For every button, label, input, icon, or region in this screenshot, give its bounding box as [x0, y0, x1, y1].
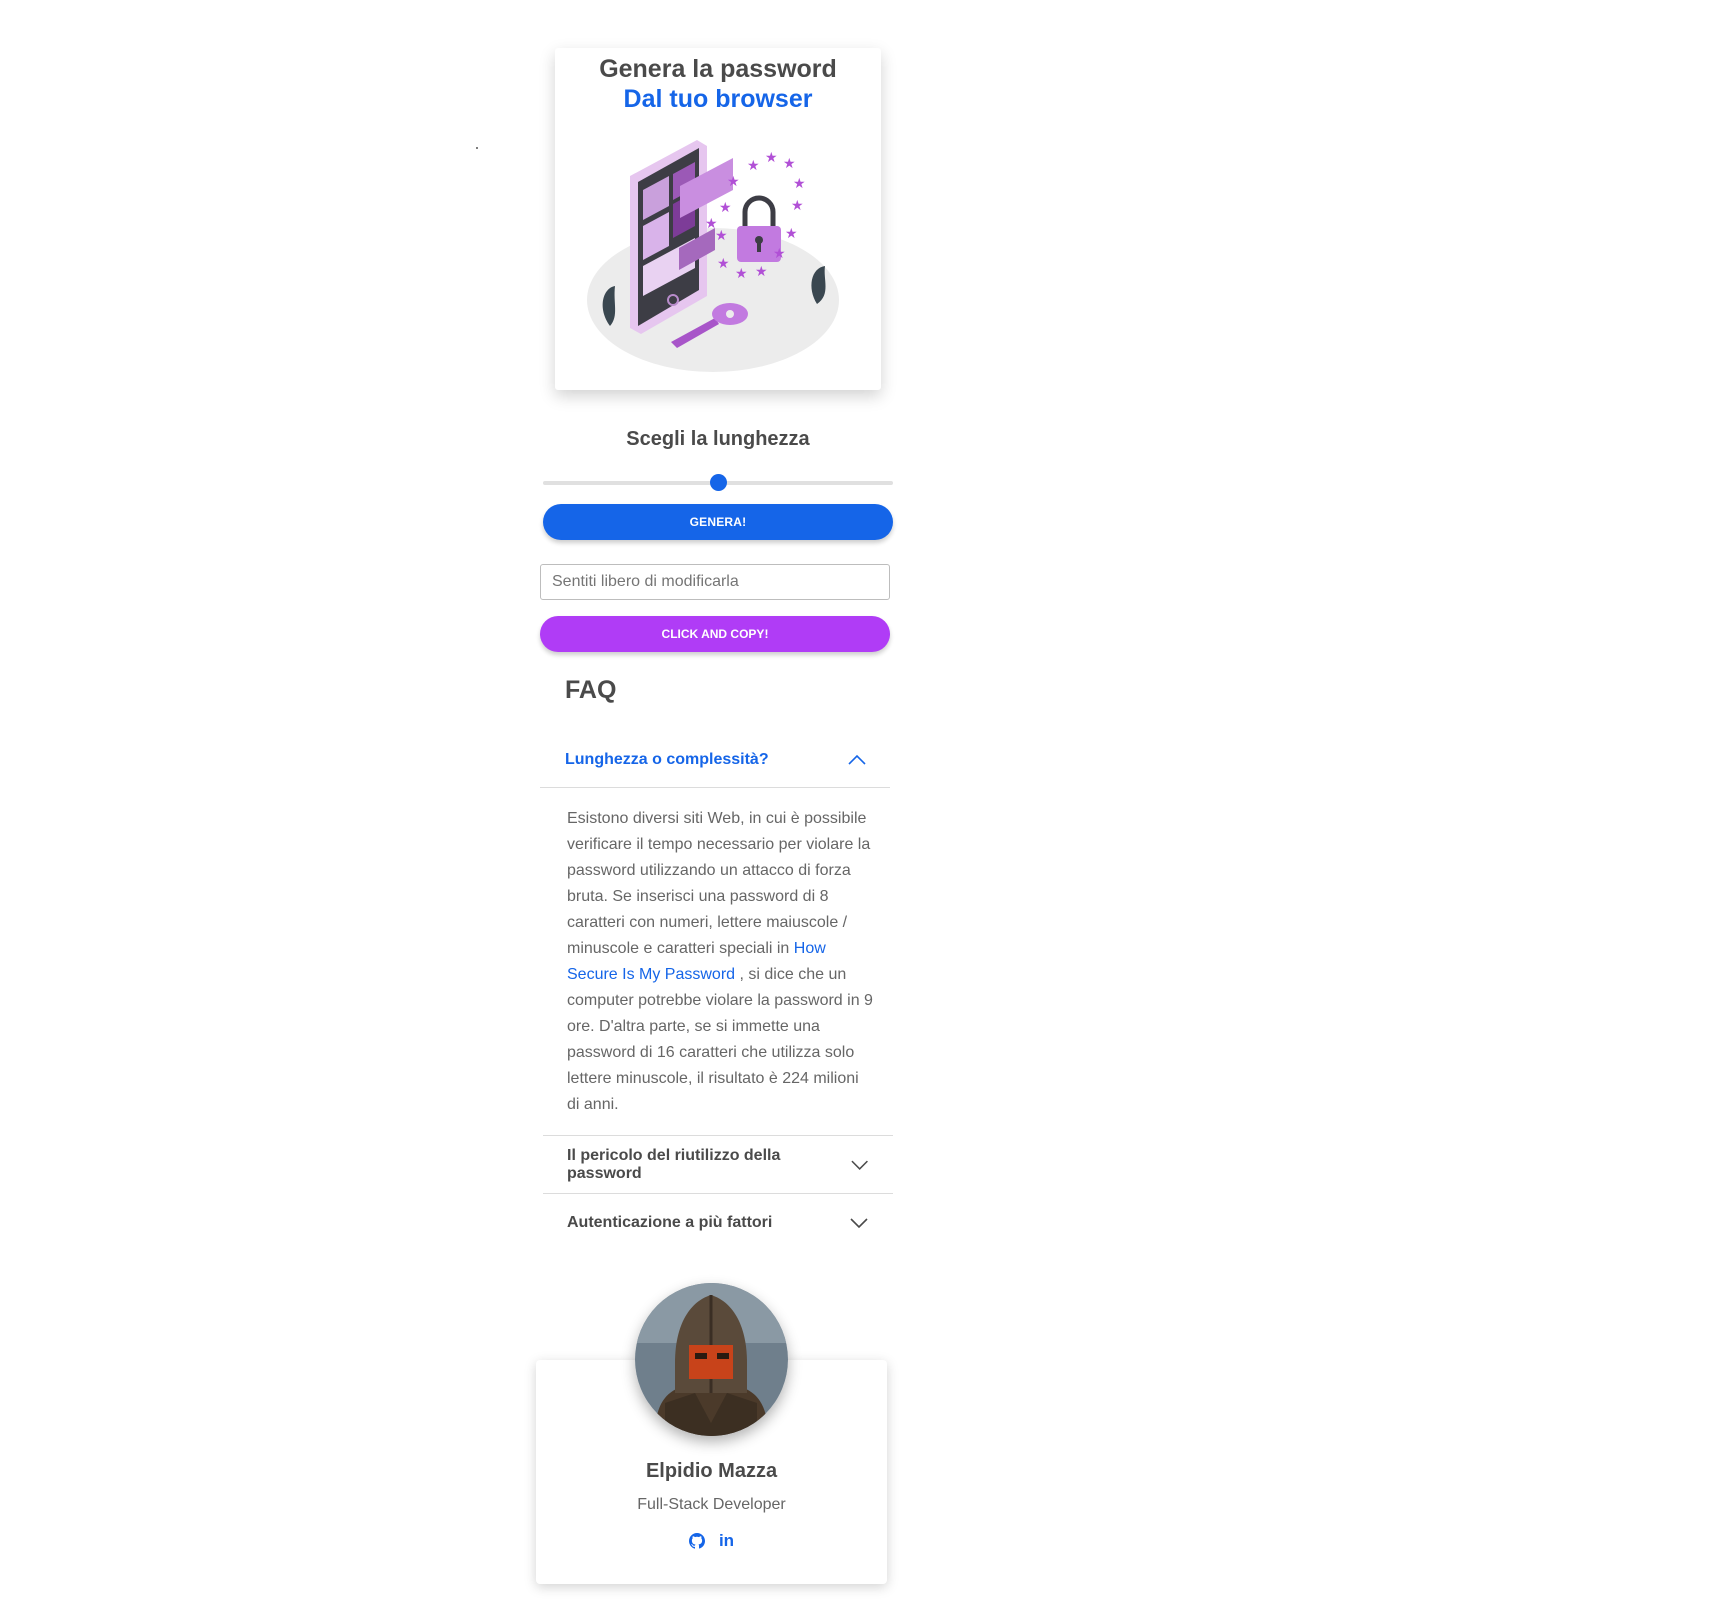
svg-text:★: ★	[793, 175, 806, 191]
chevron-up-icon	[848, 754, 866, 765]
svg-text:★: ★	[773, 245, 786, 261]
faq-question: Autenticazione a più fattori	[567, 1214, 773, 1231]
faq-answer: Esistono diversi siti Web, in cui è poss…	[567, 806, 873, 1118]
faq-question: Il pericolo del riutilizzo della passwor…	[567, 1147, 781, 1182]
svg-text:★: ★	[765, 149, 778, 165]
knight-helmet-avatar	[635, 1283, 788, 1436]
github-icon[interactable]	[688, 1532, 706, 1550]
chevron-down-icon	[850, 1218, 868, 1229]
password-input[interactable]	[540, 564, 890, 600]
faq-divider	[543, 1135, 893, 1136]
faq-answer-text-2: , si dice che un computer potrebbe viola…	[567, 966, 873, 1113]
faq-item-password-reuse[interactable]: Il pericolo del riutilizzo della passwor…	[567, 1147, 869, 1182]
faq-answer-text-1: Esistono diversi siti Web, in cui è poss…	[567, 810, 871, 957]
hero-title: Genera la password	[599, 55, 837, 83]
length-slider-thumb[interactable]	[709, 474, 727, 491]
length-title: Scegli la lunghezza	[626, 428, 810, 450]
linkedin-icon[interactable]: in	[718, 1531, 736, 1550]
stray-dot	[476, 147, 478, 149]
svg-text:★: ★	[705, 215, 718, 231]
faq-item-mfa[interactable]: Autenticazione a più fattori	[567, 1209, 869, 1237]
faq-title: FAQ	[565, 676, 617, 704]
svg-text:★: ★	[785, 225, 798, 241]
profile-name: Elpidio Mazza	[645, 1460, 778, 1482]
social-links: in	[536, 1531, 887, 1550]
phone-lock-key-illustration: ★ ★ ★ ★ ★ ★ ★ ★ ★ ★ ★ ★ ★ ★	[587, 140, 839, 372]
hero-card: Genera la password Dal tuo browser ★ ★ ★	[555, 48, 881, 390]
svg-text:★: ★	[755, 263, 768, 279]
svg-text:★: ★	[735, 265, 748, 281]
faq-question: Lunghezza o complessità?	[565, 751, 769, 768]
svg-text:★: ★	[791, 197, 804, 213]
copy-button[interactable]: CLICK AND COPY!	[540, 616, 890, 652]
chevron-down-icon	[851, 1160, 868, 1170]
avatar	[635, 1283, 788, 1436]
profile-role: Full-Stack Developer	[637, 1496, 786, 1513]
faq-divider	[540, 787, 890, 788]
faq-item-length-complexity[interactable]: Lunghezza o complessità?	[565, 746, 867, 774]
svg-text:★: ★	[719, 199, 732, 215]
faq-divider	[543, 1193, 893, 1194]
generate-button[interactable]: GENERA!	[543, 504, 893, 540]
svg-text:★: ★	[727, 173, 740, 189]
svg-text:★: ★	[717, 255, 730, 271]
hero-subtitle: Dal tuo browser	[623, 85, 813, 113]
svg-text:★: ★	[747, 157, 760, 173]
svg-text:★: ★	[783, 155, 796, 171]
